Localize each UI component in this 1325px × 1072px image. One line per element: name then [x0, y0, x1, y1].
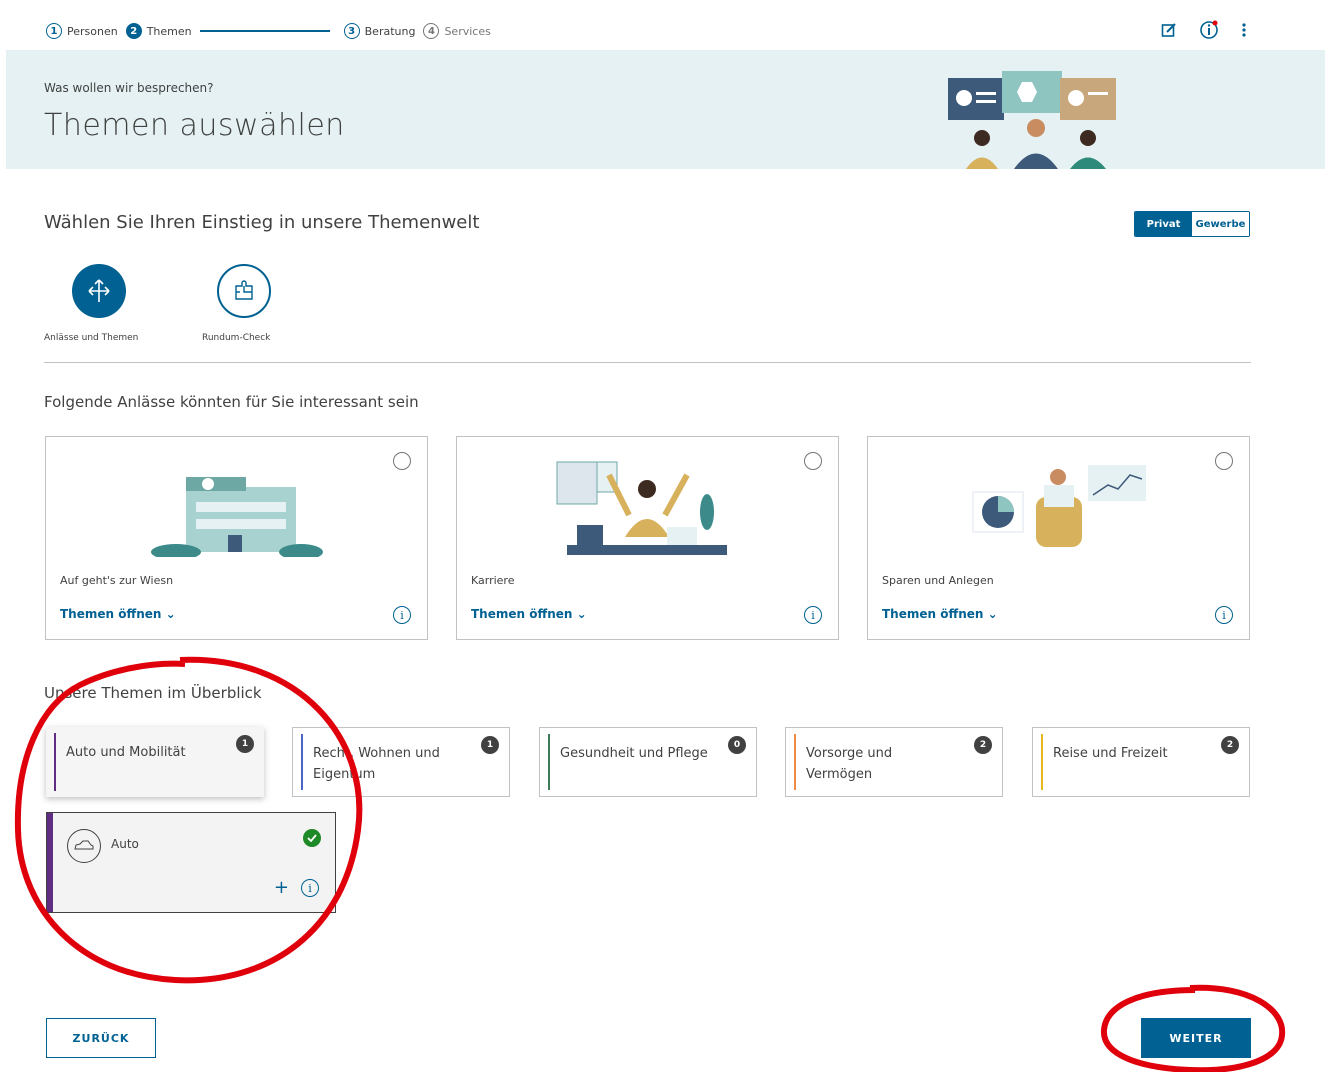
step-personen[interactable]: 1 Personen [46, 23, 118, 39]
directions-icon [72, 264, 126, 318]
open-themes-label: Themen öffnen [882, 607, 984, 621]
tile-count-badge: 2 [974, 736, 992, 754]
open-themes-label: Themen öffnen [60, 607, 162, 621]
car-icon [67, 829, 101, 863]
step-label: Personen [67, 24, 118, 38]
tile-count-badge: 1 [481, 736, 499, 754]
tile-count-badge: 2 [1221, 736, 1239, 754]
tile-color-bar [54, 733, 56, 791]
card-title: Auf geht's zur Wiesn [60, 574, 174, 587]
back-button[interactable]: ZURÜCK [46, 1018, 156, 1058]
tile-count-badge: 0 [728, 736, 746, 754]
tile-color-bar [548, 734, 550, 790]
open-themes-link[interactable]: Themen öffnen ⌄ [882, 607, 998, 621]
subtheme-card-auto[interactable]: Auto + i [46, 812, 336, 913]
banner-illustration [948, 71, 1116, 169]
banner-subtitle: Was wollen wir besprechen? [44, 81, 214, 95]
card-radio[interactable] [393, 452, 411, 470]
card-radio[interactable] [1215, 452, 1233, 470]
card-title: Sparen und Anlegen [882, 574, 994, 587]
tile-color-bar [301, 734, 303, 790]
step-label: Beratung [364, 24, 416, 38]
entry-heading: Wählen Sie Ihren Einstieg in unsere Them… [44, 212, 480, 233]
entry-anlaesse[interactable] [72, 264, 126, 318]
open-themes-label: Themen öffnen [471, 607, 573, 621]
tile-color-bar [1041, 734, 1043, 790]
info-icon[interactable]: i [301, 879, 319, 897]
theme-tile-vorsorge[interactable]: Vorsorge und Vermögen 2 [785, 727, 1003, 797]
tile-label: Vorsorge und Vermögen [806, 746, 893, 782]
entry-rundum-check[interactable] [217, 264, 271, 318]
edit-icon[interactable] [1161, 22, 1177, 42]
themes-heading: Unsere Themen im Überblick [44, 684, 262, 702]
tile-color-bar [794, 734, 796, 790]
occasion-card-karriere[interactable]: Karriere Themen öffnen ⌄ i [456, 436, 839, 640]
theme-tile-reise[interactable]: Reise und Freizeit 2 [1032, 727, 1250, 797]
checkmark-icon [303, 829, 321, 847]
occasion-card-wiesn[interactable]: Auf geht's zur Wiesn Themen öffnen ⌄ i [45, 436, 428, 640]
step-number: 1 [46, 23, 62, 39]
toolbar [1161, 20, 1247, 44]
toggle-gewerbe[interactable]: Gewerbe [1192, 212, 1249, 236]
step-themen[interactable]: 2 Themen [125, 23, 192, 39]
open-themes-link[interactable]: Themen öffnen ⌄ [471, 607, 587, 621]
card-title: Karriere [471, 574, 515, 587]
next-button[interactable]: WEITER [1141, 1018, 1251, 1058]
savings-illustration [972, 465, 1146, 547]
tile-label: Recht, Wohnen und Eigentum [313, 746, 440, 782]
chevron-down-icon: ⌄ [165, 607, 176, 621]
progress-stepper: 1 Personen 2 Themen 3 Beratung 4 Service… [46, 20, 499, 42]
step-label: Themen [146, 24, 192, 38]
step-number: 2 [125, 23, 142, 39]
tile-label: Reise und Freizeit [1053, 746, 1168, 761]
tile-label: Auto und Mobilität [66, 745, 186, 760]
info-icon[interactable]: i [393, 606, 411, 624]
add-icon[interactable]: + [274, 877, 289, 898]
step-label: Services [444, 24, 491, 38]
subtile-color-bar [47, 813, 53, 912]
career-illustration [556, 461, 727, 555]
section-divider [44, 362, 1251, 363]
puzzle-icon [217, 264, 271, 318]
tile-label: Gesundheit und Pflege [560, 746, 708, 761]
step-number: 3 [343, 23, 360, 39]
card-radio[interactable] [804, 452, 822, 470]
chevron-down-icon: ⌄ [987, 607, 998, 621]
step-number: 4 [423, 23, 440, 39]
entry-anlaesse-label: Anlässe und Themen [44, 333, 139, 343]
subtile-label: Auto [111, 837, 139, 851]
entry-rundum-label: Rundum-Check [202, 333, 271, 343]
step-services[interactable]: 4 Services [423, 23, 491, 39]
info-icon[interactable]: i [1215, 606, 1233, 624]
info-alert-icon[interactable] [1199, 20, 1219, 44]
occasions-heading: Folgende Anlässe könnten für Sie interes… [44, 393, 419, 411]
step-beratung[interactable]: 3 Beratung [343, 23, 416, 39]
tile-count-badge: 1 [236, 735, 254, 753]
more-vertical-icon[interactable] [1241, 22, 1247, 42]
step-progress-line [199, 30, 330, 32]
open-themes-link[interactable]: Themen öffnen ⌄ [60, 607, 176, 621]
privat-gewerbe-toggle: Privat Gewerbe [1134, 211, 1250, 237]
theme-tile-auto[interactable]: Auto und Mobilität 1 [46, 727, 264, 797]
theme-tile-gesundheit[interactable]: Gesundheit und Pflege 0 [539, 727, 757, 797]
theme-tile-recht[interactable]: Recht, Wohnen und Eigentum 1 [292, 727, 510, 797]
page-title: Themen auswählen [44, 108, 345, 143]
building-illustration [151, 477, 323, 557]
info-icon[interactable]: i [804, 606, 822, 624]
occasion-card-sparen[interactable]: Sparen und Anlegen Themen öffnen ⌄ i [867, 436, 1250, 640]
toggle-privat[interactable]: Privat [1135, 212, 1192, 236]
chevron-down-icon: ⌄ [576, 607, 587, 621]
